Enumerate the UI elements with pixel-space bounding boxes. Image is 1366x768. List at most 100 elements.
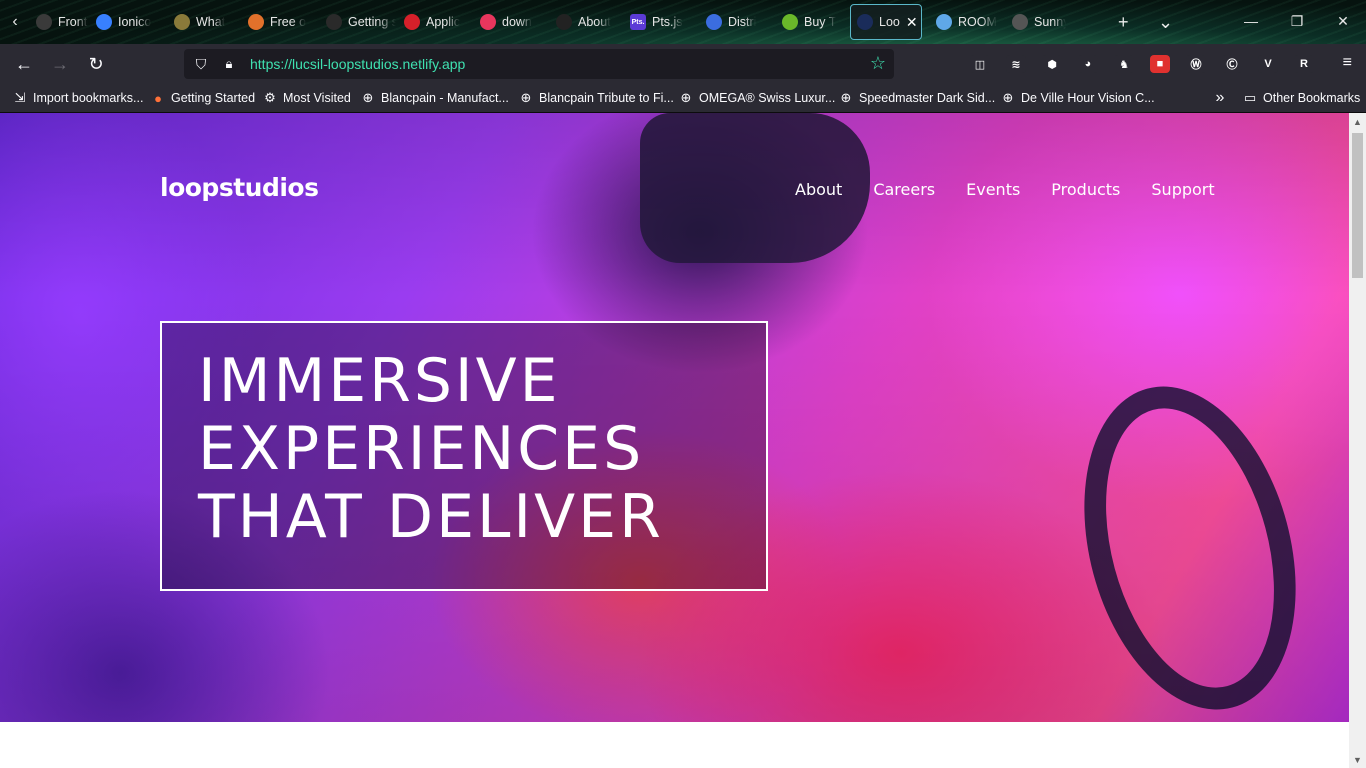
tab-title: Free o xyxy=(270,15,307,29)
hero-headline-line: THAT DELIVER xyxy=(198,482,664,552)
tab-title: Distri xyxy=(728,15,757,29)
what-icon xyxy=(174,14,190,30)
lock-icon[interactable]: 🔒︎ xyxy=(221,56,237,72)
bookmark-item[interactable]: ⊕ OMEGA® Swiss Luxur... xyxy=(678,89,836,107)
app-menu-icon[interactable]: ≡ xyxy=(1343,54,1352,72)
bookmark-item[interactable]: ⊕ Speedmaster Dark Sid... xyxy=(838,89,996,107)
browser-tab[interactable]: Ionico xyxy=(90,4,166,40)
firefox-icon: ● xyxy=(154,90,162,106)
w-icon[interactable]: Ⓦ xyxy=(1186,55,1206,73)
bookmark-star-icon[interactable]: ☆ xyxy=(870,53,886,74)
loopstudios-icon xyxy=(857,14,873,30)
asterisk-icon xyxy=(480,14,496,30)
page-viewport: loopstudios About Careers Events Product… xyxy=(0,113,1366,768)
bookmark-label: Blancpain - Manufact... xyxy=(381,91,509,105)
nav-link-events[interactable]: Events xyxy=(966,180,1020,199)
tab-title: Getting sta xyxy=(348,15,396,29)
close-window-button[interactable]: ✕ xyxy=(1320,6,1366,36)
browser-tab[interactable]: Loo ✕ xyxy=(850,4,922,40)
c-icon[interactable]: Ⓒ xyxy=(1222,55,1242,73)
browser-tab[interactable]: Distri xyxy=(700,4,774,40)
shield-blue-icon[interactable]: ⬢ xyxy=(1042,55,1062,73)
address-bar[interactable]: ⛉ 🔒︎ https://lucsil-loopstudios.netlify.… xyxy=(184,49,894,79)
browser-tab[interactable]: down xyxy=(474,4,548,40)
layers-icon[interactable]: ≋ xyxy=(1006,55,1026,73)
browser-tab[interactable]: What xyxy=(168,4,240,40)
bookmark-label: Import bookmarks... xyxy=(33,91,144,105)
close-tab-icon[interactable]: ✕ xyxy=(906,14,918,31)
diamond-icon xyxy=(936,14,952,30)
bookmark-item[interactable]: ● Getting Started xyxy=(150,89,255,107)
new-tab-button[interactable]: + xyxy=(1118,12,1129,33)
gear-icon: ⚙ xyxy=(264,90,276,105)
tab-title: Applic xyxy=(426,15,461,29)
browser-tab[interactable]: Buy T xyxy=(776,4,848,40)
globe-icon: ⊕ xyxy=(840,90,852,105)
browser-tab[interactable]: Fronte xyxy=(30,4,88,40)
buy-icon xyxy=(782,14,798,30)
tab-title: Buy T xyxy=(804,15,837,29)
bookmark-label: Getting Started xyxy=(171,91,256,105)
scroll-up-icon[interactable]: ▲ xyxy=(1349,113,1366,130)
bookmark-item[interactable]: ⇲ Import bookmarks... xyxy=(12,89,144,107)
bookmarks-overflow-button[interactable]: » xyxy=(1212,89,1233,107)
color-picker-icon[interactable]: ◕ xyxy=(1078,55,1098,73)
bookmarks-toolbar: ⇲ Import bookmarks... ● Getting Started ⚙ Mos… xyxy=(0,84,1366,113)
tab-title: What xyxy=(196,15,226,29)
browser-tab[interactable]: ROOM xyxy=(930,4,1004,40)
about-icon xyxy=(556,14,572,30)
other-bookmarks[interactable]: ▭ Other Bookmarks xyxy=(1242,89,1360,107)
tab-strip: ‹ Fronte Ionico What Free o Getting sta Appli… xyxy=(0,0,1366,44)
bookmark-label: OMEGA® Swiss Luxur... xyxy=(699,91,836,105)
globe-icon: ⊕ xyxy=(520,90,532,105)
forward-button[interactable]: → xyxy=(46,52,74,76)
vue-icon[interactable]: V xyxy=(1258,55,1278,73)
hero-headline-line: EXPERIENCES xyxy=(198,414,645,484)
scrollbar-thumb[interactable] xyxy=(1352,133,1363,278)
tab-list-button[interactable]: ⌄ xyxy=(1158,12,1173,33)
tab-title: ROOM xyxy=(958,15,997,29)
droplet-icon xyxy=(706,14,722,30)
browser-tab[interactable]: Free o xyxy=(242,4,318,40)
nav-link-about[interactable]: About xyxy=(795,180,842,199)
navigation-toolbar: ← → ↻ ⛉ 🔒︎ https://lucsil-loopstudios.ne… xyxy=(0,44,1366,84)
bookmark-item[interactable]: ⊕ De Ville Hour Vision C... xyxy=(1000,89,1155,107)
browser-tab[interactable]: Sunny xyxy=(1006,4,1066,40)
red-lock-icon[interactable]: ■ xyxy=(1150,55,1170,73)
pocket-icon[interactable]: ◫ xyxy=(970,55,990,73)
restore-button[interactable]: ❐ xyxy=(1274,6,1320,36)
bookmark-item[interactable]: ⊕ Blancpain Tribute to Fi... xyxy=(518,89,674,107)
bookmark-item[interactable]: ⊕ Blancpain - Manufact... xyxy=(360,89,509,107)
nav-link-products[interactable]: Products xyxy=(1051,180,1120,199)
fox-icon[interactable]: ♞ xyxy=(1114,55,1134,73)
nav-link-support[interactable]: Support xyxy=(1151,180,1214,199)
globe-icon: ⊕ xyxy=(1002,90,1014,105)
frontend-mentor-icon xyxy=(36,14,52,30)
extensions-toolbar: ◫ ≋ ⬢ ◕ ♞ ■ Ⓦ Ⓒ V R xyxy=(970,54,1330,74)
back-button[interactable]: ← xyxy=(10,52,38,76)
browser-tab[interactable]: Pts. Pts.js xyxy=(624,4,698,40)
bookmark-label: Speedmaster Dark Sid... xyxy=(859,91,996,105)
browser-tab[interactable]: Getting sta xyxy=(320,4,396,40)
browser-tab[interactable]: About xyxy=(550,4,622,40)
bookmark-label: Blancpain Tribute to Fi... xyxy=(539,91,674,105)
nav-link-careers[interactable]: Careers xyxy=(873,180,935,199)
browser-tab[interactable]: Applic xyxy=(398,4,472,40)
globe-icon: ⊕ xyxy=(362,90,374,105)
rn-icon[interactable]: R xyxy=(1294,55,1314,73)
tracking-shield-icon[interactable]: ⛉ xyxy=(193,56,209,73)
folder-icon: ▭ xyxy=(1243,90,1257,105)
site-logo[interactable]: loopstudios xyxy=(160,173,319,202)
hero-headline-box: IMMERSIVE EXPERIENCES THAT DELIVER xyxy=(160,321,768,591)
minimize-button[interactable]: — xyxy=(1228,6,1274,36)
hero-headline: IMMERSIVE EXPERIENCES THAT DELIVER xyxy=(198,347,664,551)
bookmark-label: De Ville Hour Vision C... xyxy=(1021,91,1155,105)
scroll-down-icon[interactable]: ▼ xyxy=(1349,751,1366,768)
tab-scroll-left-icon[interactable]: ‹ xyxy=(4,12,26,32)
url-text[interactable]: https://lucsil-loopstudios.netlify.app xyxy=(250,56,465,72)
page-scrollbar[interactable]: ▲ ▼ xyxy=(1349,113,1366,768)
bookmark-item[interactable]: ⚙ Most Visited xyxy=(262,89,351,107)
tab-list: Fronte Ionico What Free o Getting sta Applic d… xyxy=(30,4,1066,40)
other-bookmarks-label: Other Bookmarks xyxy=(1263,91,1361,105)
reload-button[interactable]: ↻ xyxy=(82,52,110,76)
